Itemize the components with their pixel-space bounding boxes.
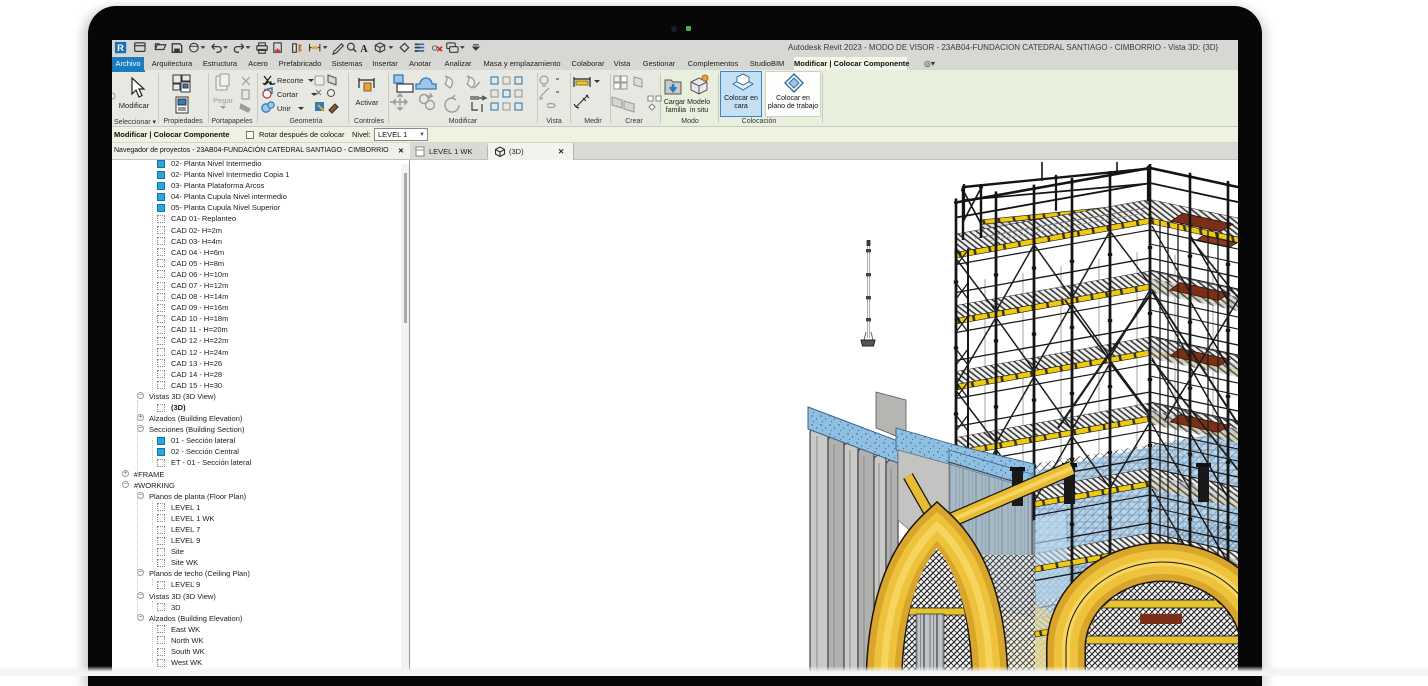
svg-text:Modificar: Modificar	[119, 101, 150, 110]
svg-text:Cortar: Cortar	[277, 90, 298, 99]
svg-text:R: R	[117, 42, 124, 53]
svg-text:Recorte: Recorte	[277, 76, 303, 85]
svg-text:Activar: Activar	[356, 98, 379, 107]
svg-text:Unir: Unir	[277, 104, 291, 113]
svg-text:O: O	[432, 43, 438, 52]
svg-text:Pegar: Pegar	[213, 96, 234, 105]
svg-text:A: A	[360, 44, 368, 55]
